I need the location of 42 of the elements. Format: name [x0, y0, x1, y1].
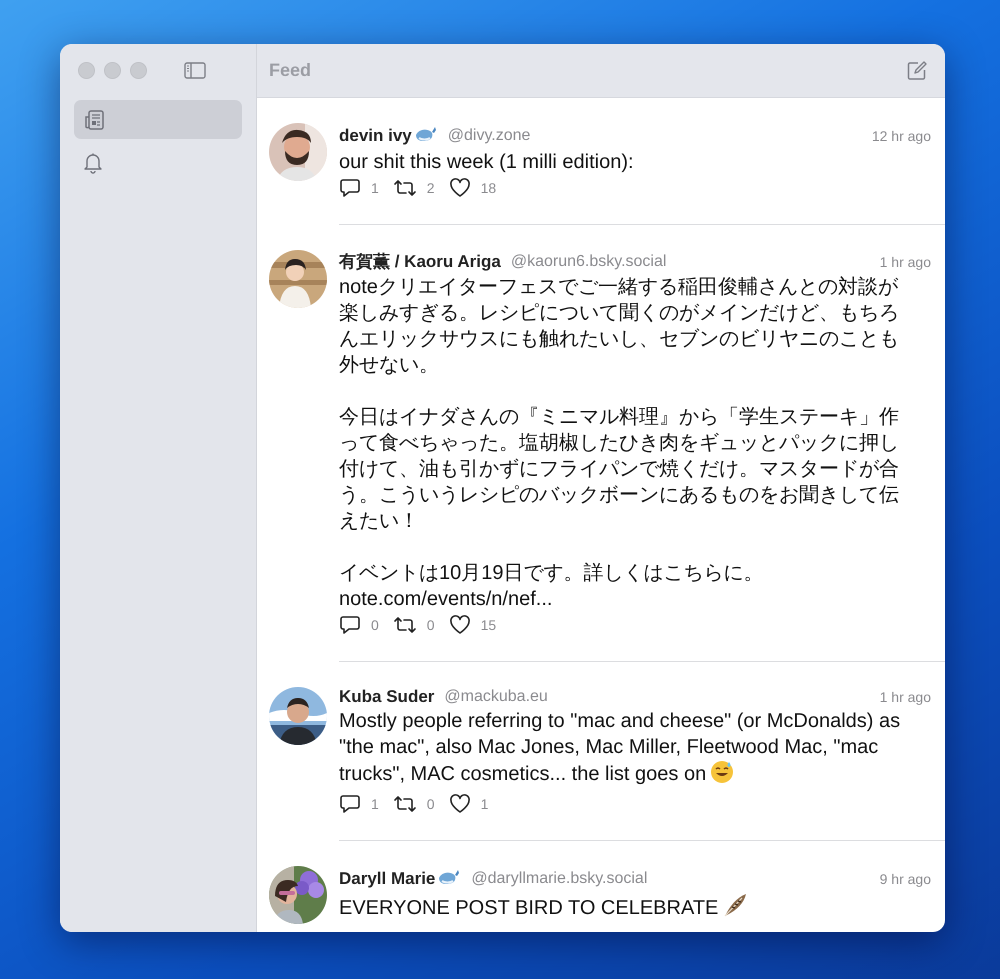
post-text: 今日はイナダさんの『ミニマル料理』から「学生ステーキ」作って食べちゃった。塩胡椒したひき肉をギュッとパックに押し付けて、油も引かずにフライパンで焼くだけ。マスタードが合う。こういうレシピのバックボーンにあるものをお聞きして伝えたい！	[339, 405, 900, 534]
author-name: devin ivy	[339, 126, 412, 146]
like-count: 1	[480, 796, 488, 812]
bell-icon	[83, 152, 103, 174]
repost-count: 2	[426, 180, 435, 196]
repost-count: 0	[426, 796, 435, 812]
repost-icon[interactable]	[392, 794, 417, 814]
author-name: Kuba Suder	[339, 687, 434, 707]
author-handle: @mackuba.eu	[444, 688, 548, 706]
author-name: 有賀薫 / Kaoru Ariga	[339, 251, 501, 273]
post-time: 12 hr ago	[872, 128, 931, 144]
author-name: Daryll Marie	[339, 868, 436, 888]
feed-title: Feed	[269, 60, 312, 81]
compose-icon[interactable]	[907, 60, 927, 80]
heart-icon[interactable]	[448, 178, 471, 198]
like-count: 18	[480, 180, 496, 196]
heart-icon[interactable]	[448, 615, 471, 635]
repost-count: 0	[426, 617, 435, 633]
reply-count: 1	[371, 796, 379, 812]
post-text: noteクリエイターフェスでご一緒する稲田俊輔さんとの対談が楽しみすぎる。レシピについて聞くのがメインだけど、もちろんエリックサウスにも触れたいし、セブンのビリヤニのことも外せない。	[339, 275, 900, 378]
post-link[interactable]: note.com/events/n/nef...	[339, 586, 552, 612]
comment-icon[interactable]	[339, 794, 361, 814]
comment-icon[interactable]	[339, 178, 361, 198]
reply-count: 0	[371, 617, 379, 633]
author-handle: @daryllmarie.bsky.social	[471, 870, 648, 888]
repost-icon[interactable]	[392, 178, 417, 198]
comment-icon[interactable]	[339, 615, 361, 635]
repost-icon[interactable]	[392, 615, 417, 635]
reply-count: 1	[371, 180, 379, 196]
post-text: イベントは10月19日です。詳しくはこちらに。	[339, 561, 764, 586]
heart-icon[interactable]	[448, 794, 471, 814]
post-text: EVERYONE POST BIRD TO CELEBRATE	[339, 892, 901, 925]
author-handle: @divy.zone	[448, 126, 530, 144]
post-text: Mostly people referring to "mac and cheese" (or McDonalds) as "the mac", also Mac Jones, Mac Miller, Fleetwood Mac, "mac trucks", MAC cosmetics... the list goes on	[339, 709, 901, 787]
author-handle: @kaorun6.bsky.social	[510, 252, 666, 270]
post-time: 9 hr ago	[880, 870, 931, 886]
post-time: 1 hr ago	[880, 689, 931, 705]
like-count: 15	[480, 617, 496, 633]
post-time: 1 hr ago	[880, 254, 931, 270]
newspaper-icon	[83, 108, 105, 130]
post-text: our shit this week (1 milli edition):	[339, 150, 635, 175]
sidebar-toggle-icon[interactable]	[184, 62, 206, 78]
